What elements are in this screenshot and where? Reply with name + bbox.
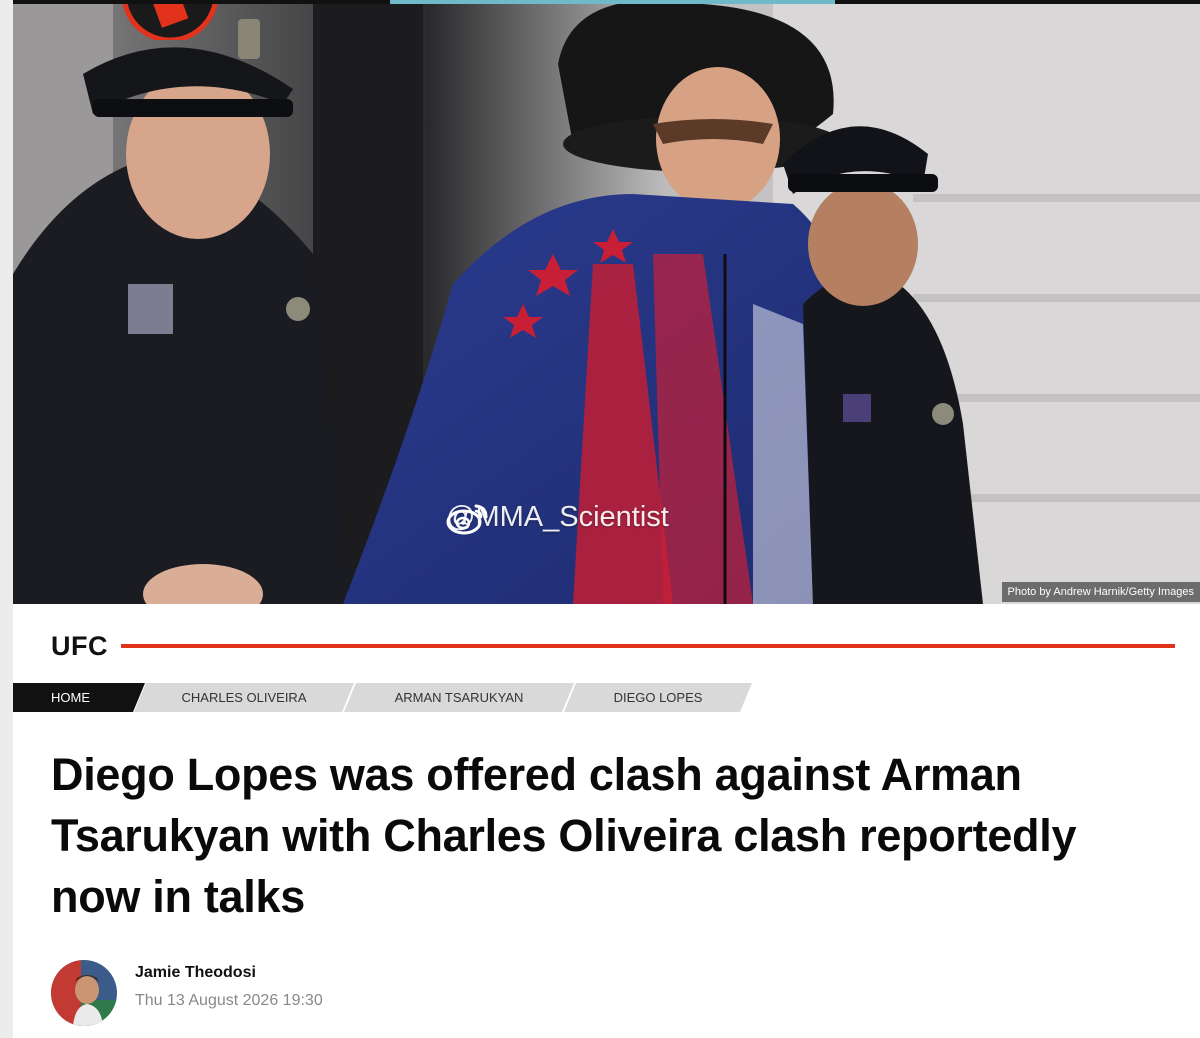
article-headline: Diego Lopes was offered clash against Ar… bbox=[51, 749, 1077, 922]
hero-image: @MMA_Scientist Photo by Andrew Harnik/Ge… bbox=[13, 4, 1200, 604]
avatar[interactable] bbox=[51, 960, 117, 1026]
author-name[interactable]: Jamie Theodosi bbox=[135, 964, 256, 982]
breadcrumb: HOME CHARLES OLIVEIRA ARMAN TSARUKYAN DI… bbox=[13, 683, 773, 712]
weibo-icon bbox=[446, 504, 488, 535]
breadcrumb-label: ARMAN TSARUKYAN bbox=[394, 690, 524, 705]
breadcrumb-arman-tsarukyan[interactable]: ARMAN TSARUKYAN bbox=[344, 683, 574, 712]
breadcrumb-label: HOME bbox=[51, 690, 90, 705]
section-divider bbox=[121, 644, 1175, 648]
section-label[interactable]: UFC bbox=[51, 631, 108, 662]
breadcrumb-charles-oliveira[interactable]: CHARLES OLIVEIRA bbox=[134, 683, 354, 712]
photo-credit: Photo by Andrew Harnik/Getty Images bbox=[1001, 582, 1200, 602]
site-logo-icon[interactable] bbox=[118, 4, 222, 40]
left-gutter bbox=[0, 0, 13, 1038]
breadcrumb-diego-lopes[interactable]: DIEGO LOPES bbox=[564, 683, 752, 712]
avatar-image bbox=[51, 960, 117, 1026]
publish-date: Thu 13 August 2026 19:30 bbox=[135, 992, 323, 1009]
section-header: UFC bbox=[13, 624, 1200, 668]
breadcrumb-home[interactable]: HOME bbox=[13, 683, 145, 712]
breadcrumb-label: CHARLES OLIVEIRA bbox=[181, 690, 307, 705]
watermark: @MMA_Scientist bbox=[446, 501, 669, 535]
breadcrumb-label: DIEGO LOPES bbox=[613, 690, 703, 705]
author-byline: Jamie Theodosi Thu 13 August 2026 19:30 bbox=[51, 960, 451, 1026]
site-logo-graphic bbox=[122, 4, 218, 40]
